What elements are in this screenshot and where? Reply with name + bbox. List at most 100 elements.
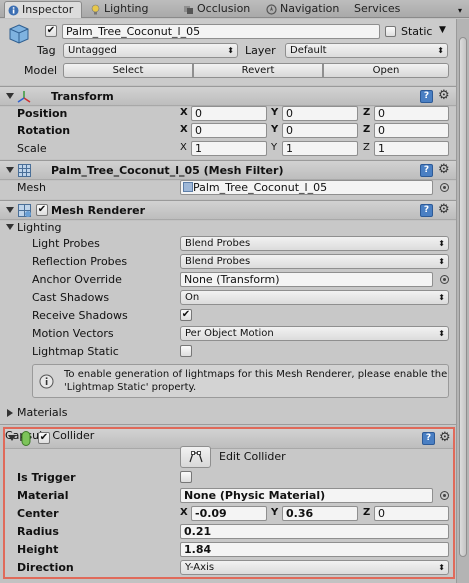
static-checkbox[interactable] [385,26,396,37]
gear-icon[interactable]: ⚙ [438,203,450,216]
lightmap-info-box: To enable generation of lightmaps for th… [32,364,449,398]
x-axis-label: X [180,142,187,153]
help-icon[interactable]: ? [420,204,433,217]
tab-label: Inspector [22,3,74,16]
receive-shadows-checkbox[interactable]: ✔ [180,309,192,321]
transform-header[interactable]: Transform ? ⚙ [0,86,469,106]
object-picker-icon[interactable] [440,491,449,500]
model-select-button[interactable]: Select [63,63,193,78]
radius-label: Radius [17,525,59,538]
cast-shadows-label: Cast Shadows [32,291,110,304]
physic-material-field[interactable]: None (Physic Material) [180,488,433,503]
tab-occlusion[interactable]: Occlusion [180,1,250,18]
mesh-object-field[interactable]: Palm_Tree_Coconut_l_05 [180,180,433,195]
tag-value: Untagged [68,45,117,56]
y-axis-label: Y [271,507,279,518]
info-text-line1: To enable generation of lightmaps for th… [64,369,448,380]
scale-x-field[interactable]: 1 [191,141,267,156]
motion-vectors-label: Motion Vectors [32,327,114,340]
z-axis-label: Z [363,124,371,135]
material-label: Material [17,489,69,502]
help-icon[interactable]: ? [420,90,433,103]
object-name-field[interactable]: Palm_Tree_Coconut_l_05 [62,24,380,39]
info-text-line2: 'Lightmap Static' property. [64,382,197,393]
menu-icon[interactable]: ▾ [458,6,462,15]
edit-collider-button[interactable] [180,446,211,468]
active-checkbox[interactable]: ✔ [45,25,57,37]
tab-navigation[interactable]: Navigation [263,1,339,18]
capsule-collider-header[interactable]: ✔ Capsule Collider ? ⚙ [5,429,453,449]
mesh-renderer-title: Mesh Renderer [51,204,146,217]
cast-shadows-value: On [185,292,200,303]
dropdown-arrows-icon: ⬍ [438,329,445,338]
reflection-probes-dropdown[interactable]: Blend Probes ⬍ [180,254,449,269]
model-open-button[interactable]: Open [323,63,449,78]
radius-field[interactable]: 0.21 [180,524,449,539]
z-axis-label: Z [363,507,371,518]
position-y-field[interactable]: 0 [282,106,358,121]
height-field[interactable]: 1.84 [180,542,449,557]
tab-inspector[interactable]: Inspector [4,1,82,18]
light-probes-value: Blend Probes [185,238,251,249]
anchor-override-label: Anchor Override [32,273,122,286]
rotation-z-field[interactable]: 0 [374,123,449,138]
mesh-renderer-header[interactable]: ✔ Mesh Renderer ? ⚙ [0,200,469,220]
layer-dropdown[interactable]: Default ⬍ [285,43,448,58]
cast-shadows-dropdown[interactable]: On ⬍ [180,290,449,305]
height-label: Height [17,543,59,556]
center-x-field[interactable]: -0.09 [191,506,267,521]
position-z-field[interactable]: 0 [374,106,449,121]
mesh-filter-title: Palm_Tree_Coconut_l_05 (Mesh Filter) [51,164,284,177]
layer-value: Default [290,45,327,56]
dropdown-arrows-icon: ⬍ [438,293,445,302]
help-icon[interactable]: ? [420,164,433,177]
rotation-y-field[interactable]: 0 [282,123,358,138]
light-probes-dropdown[interactable]: Blend Probes ⬍ [180,236,449,251]
static-dropdown-arrow[interactable]: ▼ [439,25,446,35]
mesh-filter-header[interactable]: Palm_Tree_Coconut_l_05 (Mesh Filter) ? ⚙ [0,160,469,180]
position-x-field[interactable]: 0 [191,106,267,121]
direction-dropdown[interactable]: Y-Axis ⬍ [180,560,449,575]
lighting-label: Lighting [17,221,62,234]
motion-vectors-dropdown[interactable]: Per Object Motion ⬍ [180,326,449,341]
gear-icon[interactable]: ⚙ [439,431,451,444]
materials-foldout-icon[interactable] [7,409,13,417]
is-trigger-checkbox[interactable] [180,471,192,483]
object-picker-icon[interactable] [440,275,449,284]
foldout-down-icon[interactable] [6,167,14,173]
object-picker-icon[interactable] [440,183,449,192]
foldout-down-icon[interactable] [6,93,14,99]
lighting-foldout-icon[interactable] [6,224,14,230]
center-y-field[interactable]: 0.36 [282,506,358,521]
center-z-field[interactable]: 0 [374,506,449,521]
materials-row[interactable]: Materials [0,404,469,426]
edit-collider-label: Edit Collider [219,450,286,463]
scale-z-field[interactable]: 1 [374,141,449,156]
x-axis-label: X [180,107,188,118]
scrollbar-thumb[interactable] [459,37,467,557]
gear-icon[interactable]: ⚙ [438,89,450,102]
tag-dropdown[interactable]: Untagged ⬍ [63,43,238,58]
object-header: ✔ Palm_Tree_Coconut_l_05 Static ▼ Tag Un… [0,19,469,85]
foldout-down-icon[interactable] [8,435,16,441]
rotation-x-field[interactable]: 0 [191,123,267,138]
model-revert-button[interactable]: Revert [193,63,323,78]
capsule-collider-title: Capsule Collider [5,429,95,442]
lightmap-static-checkbox[interactable] [180,345,192,357]
occlusion-icon [183,4,194,15]
scale-y-field[interactable]: 1 [282,141,358,156]
tab-lighting[interactable]: Lighting [87,1,148,18]
anchor-override-field[interactable]: None (Transform) [180,272,433,287]
mesh-renderer-enabled-checkbox[interactable]: ✔ [36,204,48,216]
motion-vectors-value: Per Object Motion [185,328,274,339]
help-icon[interactable]: ? [422,432,435,445]
vertical-scrollbar[interactable] [456,19,469,583]
reflection-probes-value: Blend Probes [185,256,251,267]
gear-icon[interactable]: ⚙ [438,163,450,176]
foldout-down-icon[interactable] [6,207,14,213]
light-probes-label: Light Probes [32,237,100,250]
y-axis-label: Y [271,124,279,135]
tab-services[interactable]: Services [353,1,400,18]
capsule-collider-enabled-checkbox[interactable]: ✔ [38,432,50,444]
capsule-collider-icon [21,431,31,449]
